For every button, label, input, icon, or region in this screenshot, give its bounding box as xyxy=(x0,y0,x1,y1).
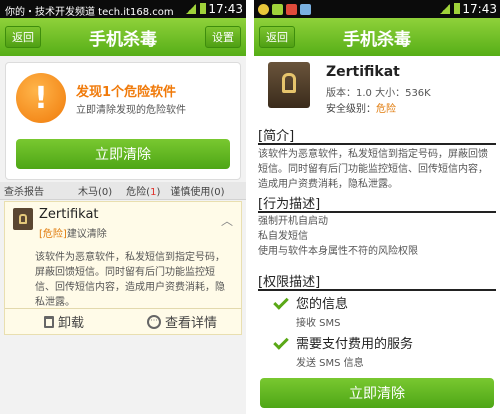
warning-icon: ! xyxy=(16,73,66,123)
details-label: 查看详情 xyxy=(164,316,217,331)
status-icons xyxy=(440,3,460,14)
check-icon xyxy=(273,334,289,350)
behavior-item: 私自发短信 xyxy=(258,231,308,242)
threat-name: Zertifikat xyxy=(39,207,99,222)
behavior-title: [行为描述] xyxy=(258,197,321,212)
check-icon xyxy=(273,294,289,310)
clean-now-button[interactable]: 立即清除 xyxy=(260,378,494,408)
permission-title: [权限描述] xyxy=(258,275,321,290)
permission-title-text: 需要支付费用的服务 xyxy=(296,337,414,352)
advice-label: 建议清除 xyxy=(66,229,107,240)
permission-sub-text: 发送 SMS 信息 xyxy=(296,358,364,369)
notification-icons xyxy=(258,3,311,15)
android-icon xyxy=(272,3,283,15)
signal-icon xyxy=(186,3,196,14)
report-tabs: 查杀报告 木马(0) 危险(1) 谨慎使用(0) xyxy=(0,182,246,200)
status-bar: 17:43 xyxy=(254,0,500,18)
alert-subtitle: 立即清除发现的危险软件 xyxy=(76,105,186,116)
battery-icon xyxy=(200,3,206,14)
page-title: 手机杀毒 xyxy=(343,29,411,50)
safety-value: 危险 xyxy=(376,104,396,115)
intro-title: [简介] xyxy=(258,129,295,144)
game-icon xyxy=(286,3,297,15)
app-name: Zertifikat xyxy=(326,64,400,80)
threat-tag: [危险]建议清除 xyxy=(39,225,107,240)
alert-title: 发现1个危险软件 xyxy=(76,85,177,100)
tab-report[interactable]: 查杀报告 xyxy=(4,183,44,198)
page-title: 手机杀毒 xyxy=(89,29,157,50)
app-header: 返回 手机杀毒 设置 xyxy=(0,18,246,56)
permission-title-text: 您的信息 xyxy=(296,297,349,312)
app-icon xyxy=(258,3,269,15)
back-button[interactable]: 返回 xyxy=(5,26,41,48)
clean-now-button[interactable]: 立即清除 xyxy=(16,139,230,169)
back-button[interactable]: 返回 xyxy=(259,26,295,48)
threat-description: 该软件为恶意软件，私发短信到指定号码，屏蔽回馈短信。同时留有后门功能监控短信、回… xyxy=(35,252,225,308)
app-header: 返回 手机杀毒 xyxy=(254,18,500,56)
tab-danger-suffix: ) xyxy=(156,187,161,198)
app-info: Zertifikat 版本：1.0 大小：536K 安全级别：危险 xyxy=(254,56,500,122)
danger-label: [危险] xyxy=(39,229,67,240)
permission-item: 需要支付费用的服务 发送 SMS 信息 xyxy=(296,333,413,369)
app-lock-icon xyxy=(268,62,310,108)
clock: 17:43 xyxy=(208,2,243,16)
app-lock-icon xyxy=(13,208,33,230)
intro-body: 该软件为恶意软件，私发短信到指定号码，屏蔽回馈短信。同时留有后门功能监控短信、回… xyxy=(258,149,488,190)
settings-button[interactable]: 设置 xyxy=(205,26,241,48)
threat-card[interactable]: Zertifikat [危险]建议清除 ︿ 该软件为恶意软件，私发短信到指定号码… xyxy=(4,201,242,335)
card-actions: 卸载 ··· 查看详情 xyxy=(5,308,241,334)
tab-danger[interactable]: 危险(1) xyxy=(126,183,160,198)
uninstall-label: 卸载 xyxy=(57,316,84,331)
behavior-list: 强制开机自启动 私自发短信 使用与软件本身属性不符的风险权限 xyxy=(258,214,496,259)
permission-sub-text: 接收 SMS xyxy=(296,318,341,329)
signal-icon xyxy=(440,3,450,14)
tab-danger-prefix: 危险( xyxy=(126,187,151,198)
chevron-up-icon[interactable]: ︿ xyxy=(221,212,233,229)
clock: 17:43 xyxy=(462,2,497,16)
view-details-button[interactable]: ··· 查看详情 xyxy=(123,312,241,331)
behavior-item: 使用与软件本身属性不符的风险权限 xyxy=(258,246,418,257)
usb-icon xyxy=(300,3,311,15)
battery-icon xyxy=(454,3,460,14)
watermark-text: 你的・技术开发频道 tech.it168.com xyxy=(5,7,174,18)
right-screen: 17:43 返回 手机杀毒 Zertifikat 版本：1.0 大小：536K … xyxy=(254,0,500,414)
safety-level: 安全级别：危险 xyxy=(326,100,396,115)
scan-result-panel: ! 发现1个危险软件 立即清除发现的危险软件 立即清除 xyxy=(5,62,241,180)
divider xyxy=(258,289,496,291)
safety-label: 安全级别： xyxy=(326,104,376,115)
left-screen: 你的・技术开发频道 tech.it168.com 17:43 返回 手机杀毒 设… xyxy=(0,0,246,414)
more-icon: ··· xyxy=(146,314,161,329)
app-meta: 版本：1.0 大小：536K xyxy=(326,88,431,99)
status-icons xyxy=(186,3,206,14)
uninstall-button[interactable]: 卸载 xyxy=(5,312,123,331)
permission-item: 您的信息 接收 SMS xyxy=(296,293,348,329)
divider xyxy=(258,211,496,213)
behavior-item: 强制开机自启动 xyxy=(258,216,328,227)
status-bar: 你的・技术开发频道 tech.it168.com 17:43 xyxy=(0,0,246,18)
tab-caution[interactable]: 谨慎使用(0) xyxy=(170,183,224,198)
trash-icon xyxy=(43,315,54,328)
tab-trojan[interactable]: 木马(0) xyxy=(78,183,112,198)
divider xyxy=(258,143,496,145)
